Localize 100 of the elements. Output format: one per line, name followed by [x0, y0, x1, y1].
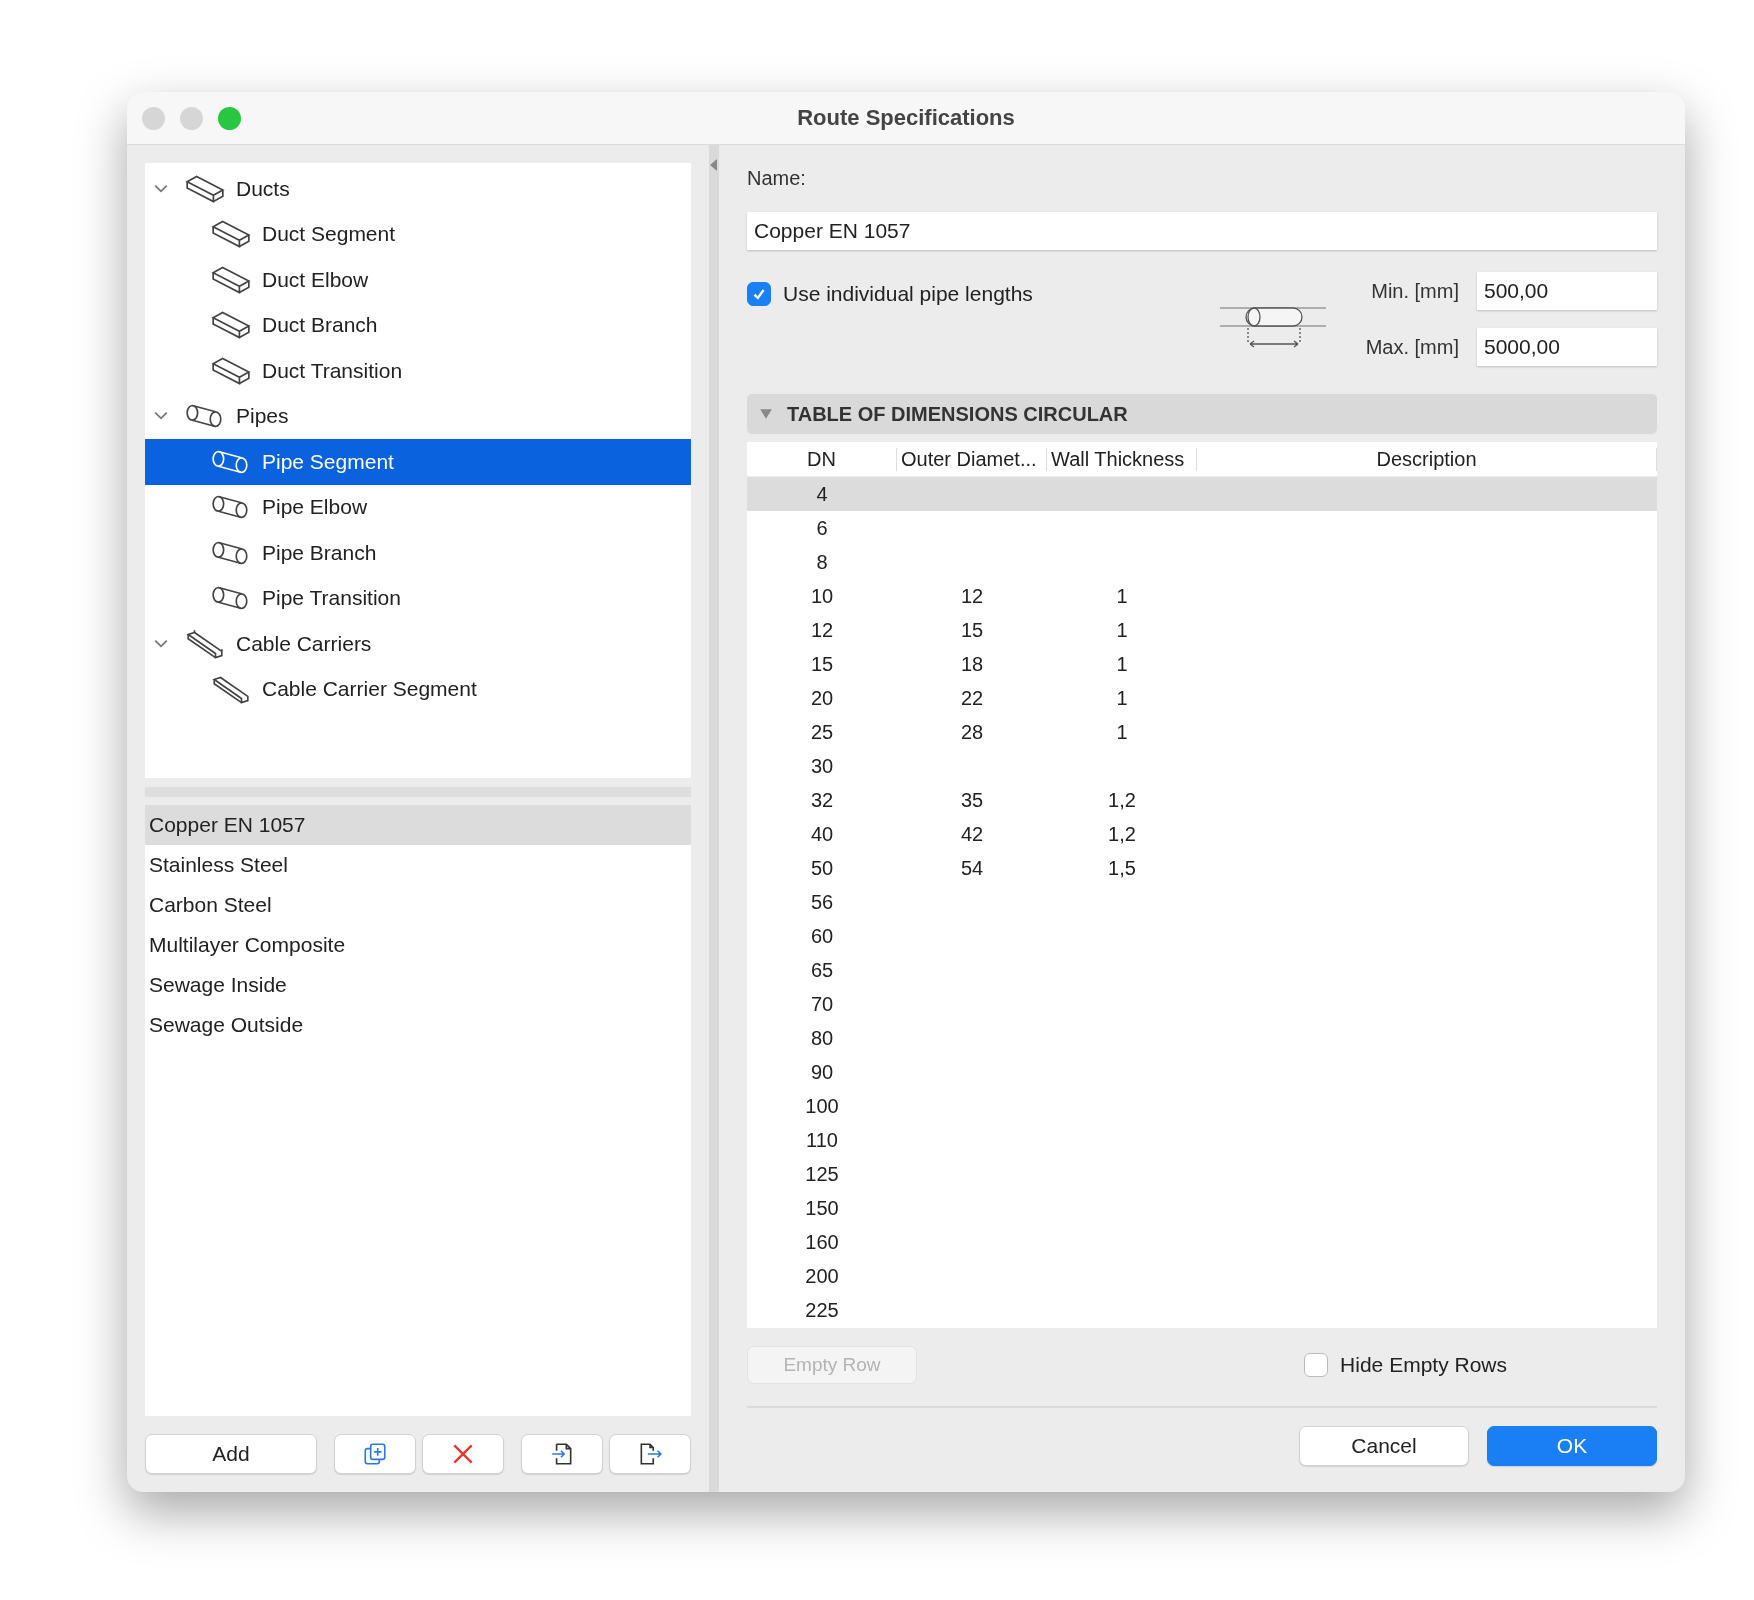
table-cell-text: 10: [809, 584, 835, 608]
material-item[interactable]: Multilayer Composite: [145, 925, 692, 965]
table-row[interactable]: 100: [747, 1089, 1657, 1123]
table-cell-text: 22: [959, 686, 985, 710]
table-cell-text: 160: [804, 1230, 840, 1254]
table-cell-text: 80: [809, 1026, 835, 1050]
tree-item[interactable]: Duct Transition: [145, 348, 692, 394]
table-row[interactable]: 80: [747, 1021, 1657, 1055]
duct-icon: [210, 354, 252, 387]
duplicate-button[interactable]: [334, 1434, 416, 1474]
name-field[interactable]: Copper EN 1057: [747, 212, 1657, 250]
table-row[interactable]: 150: [747, 1191, 1657, 1225]
tree-item[interactable]: Cable Carrier Segment: [145, 666, 692, 712]
table-cell-text: 54: [959, 856, 985, 880]
table-cell-text: 1: [1115, 584, 1129, 608]
table-row[interactable]: 30: [747, 749, 1657, 783]
section-header[interactable]: TABLE OF DIMENSIONS CIRCULAR: [747, 394, 1657, 434]
table-cell-text: 18: [959, 652, 985, 676]
table-cell-text: 90: [809, 1060, 835, 1084]
table-row[interactable]: 50 54 1,5: [747, 851, 1657, 885]
column-header[interactable]: Outer Diamet...: [897, 447, 1047, 471]
checkbox-label: Hide Empty Rows: [1340, 1353, 1507, 1377]
tree-group-label[interactable]: Pipes: [236, 404, 289, 429]
table-row[interactable]: 4: [747, 477, 1657, 511]
table-row[interactable]: 20 22 1: [747, 681, 1657, 715]
table-row[interactable]: 200: [747, 1259, 1657, 1293]
min-field[interactable]: 500,00: [1477, 272, 1657, 310]
table-row[interactable]: 65: [747, 953, 1657, 987]
table-cell-text: 50: [809, 856, 835, 880]
checkbox[interactable]: [1304, 1353, 1329, 1377]
table-cell-text: 4: [815, 482, 829, 506]
tree-item[interactable]: Duct Elbow: [145, 257, 692, 303]
table-cell-text: 28: [959, 720, 985, 744]
table-cell-text: 70: [809, 992, 835, 1016]
table-cell-text: 1: [1115, 652, 1129, 676]
table-cell-text: 1,2: [1107, 788, 1137, 812]
zoom-button[interactable]: [218, 107, 241, 130]
disclosure-icon[interactable]: [759, 407, 773, 421]
tree-item[interactable]: Pipe Segment: [145, 439, 692, 485]
table-cell-text: 25: [809, 720, 835, 744]
tree-item[interactable]: Duct Segment: [145, 211, 692, 257]
table-cell-text: 35: [959, 788, 985, 812]
duplicate-icon: [362, 1441, 388, 1467]
name-label: Name:: [747, 167, 807, 190]
duct-icon: [210, 309, 252, 342]
table-row[interactable]: 15 18 1: [747, 647, 1657, 681]
table-cell-text: 6: [815, 516, 829, 540]
table-row[interactable]: 40 42 1,2: [747, 817, 1657, 851]
export-button[interactable]: [609, 1434, 692, 1474]
table-cell-text: 125: [804, 1162, 840, 1186]
tree-item[interactable]: Pipe Transition: [145, 575, 692, 621]
table-row[interactable]: 32 35 1,2: [747, 783, 1657, 817]
table-row[interactable]: 25 28 1: [747, 715, 1657, 749]
cancel-button[interactable]: Cancel: [1299, 1426, 1469, 1466]
material-item[interactable]: Sewage Inside: [145, 965, 692, 1005]
checkbox-label: Use individual pipe lengths: [783, 282, 1033, 306]
duct-icon: [210, 218, 252, 251]
channel-icon: [184, 627, 226, 660]
table-row[interactable]: 12 15 1: [747, 613, 1657, 647]
max-label: Max. [mm]: [1365, 335, 1459, 359]
table-row[interactable]: 60: [747, 919, 1657, 953]
column-header[interactable]: DN: [747, 447, 897, 471]
table-cell-text: 42: [959, 822, 985, 846]
delete-button[interactable]: [422, 1434, 504, 1474]
table-row[interactable]: 160: [747, 1225, 1657, 1259]
table-row[interactable]: 10 12 1: [747, 579, 1657, 613]
table-row[interactable]: 56: [747, 885, 1657, 919]
material-item[interactable]: Copper EN 1057: [145, 805, 692, 845]
table-row[interactable]: 90: [747, 1055, 1657, 1089]
duct-icon: [184, 172, 226, 205]
table-row[interactable]: 6: [747, 511, 1657, 545]
table-cell-text: 100: [804, 1094, 840, 1118]
column-header[interactable]: Description: [1197, 447, 1657, 471]
table-cell-text: 56: [809, 890, 835, 914]
import-button[interactable]: [521, 1434, 604, 1474]
table-row[interactable]: 70: [747, 987, 1657, 1021]
add-button[interactable]: Add: [145, 1434, 317, 1474]
table-cell-text: 12: [959, 584, 985, 608]
table-cell-text: 1,5: [1107, 856, 1137, 880]
tree-item[interactable]: Pipe Branch: [145, 530, 692, 576]
checkbox[interactable]: [747, 282, 771, 306]
max-field[interactable]: 5000,00: [1477, 328, 1657, 366]
material-item[interactable]: Stainless Steel: [145, 845, 692, 885]
table-row[interactable]: 125: [747, 1157, 1657, 1191]
material-item[interactable]: Carbon Steel: [145, 885, 692, 925]
table-cell-text: 32: [809, 788, 835, 812]
table-row[interactable]: 110: [747, 1123, 1657, 1157]
section-title: TABLE OF DIMENSIONS CIRCULAR: [787, 402, 1128, 426]
material-item[interactable]: Sewage Outside: [145, 1005, 692, 1045]
tree-item[interactable]: Duct Branch: [145, 302, 692, 348]
table-row[interactable]: 225: [747, 1293, 1657, 1327]
tree-item[interactable]: Pipe Elbow: [145, 484, 692, 530]
table-cell-text: 12: [809, 618, 835, 642]
table-cell-text: 150: [804, 1196, 840, 1220]
column-header[interactable]: Wall Thickness: [1047, 447, 1197, 471]
ok-button[interactable]: OK: [1487, 1426, 1657, 1466]
table-cell-text: 200: [804, 1264, 840, 1288]
tree-group-label[interactable]: Ducts: [236, 176, 290, 201]
table-row[interactable]: 8: [747, 545, 1657, 579]
tree-group-label[interactable]: Cable Carriers: [236, 631, 372, 656]
